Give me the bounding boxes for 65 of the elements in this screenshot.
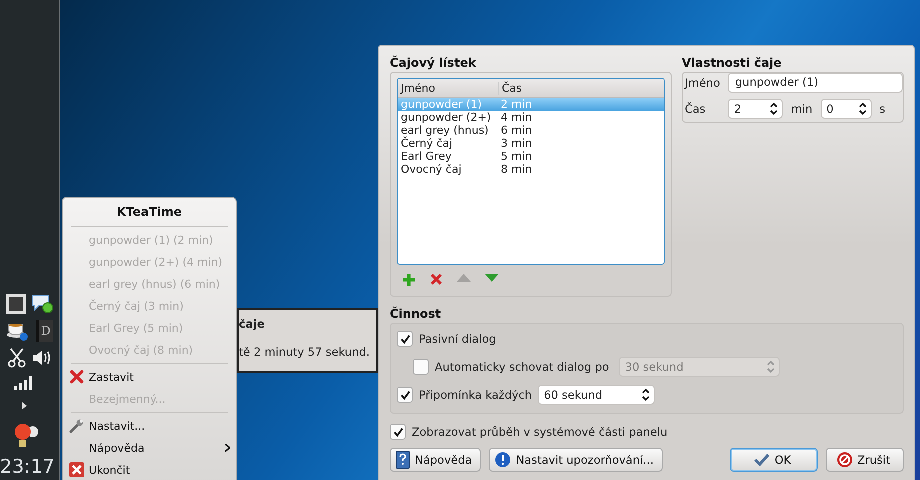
tea-row[interactable]: earl grey (hnus) 6 min (398, 124, 664, 137)
menu-item[interactable]: Zastavit (87, 370, 230, 384)
info-icon (495, 452, 512, 468)
checkmark-icon (754, 453, 770, 467)
notify-button[interactable]: Nastavit upozorňování... (489, 448, 663, 472)
menu-item[interactable]: Nastavit... (87, 420, 230, 432)
table-cell-text: earl grey (hnus) (400, 124, 490, 137)
ok-button[interactable]: OK (730, 448, 818, 472)
checkbox[interactable] (397, 387, 413, 403)
close-icon (69, 462, 85, 478)
tea-row[interactable]: Earl Grey 5 min (398, 150, 664, 163)
tea-row[interactable]: Černý čaj 3 min (398, 137, 664, 150)
checkbox-label[interactable]: Připomínka každých (419, 388, 532, 402)
table-cell-text: 3 min (500, 137, 532, 150)
spin-arrows-icon[interactable] (770, 102, 778, 116)
table-cell-text: 8 min (500, 163, 532, 176)
minutes-spinbox[interactable]: 2 (728, 99, 784, 119)
spin-arrows-icon[interactable] (642, 388, 650, 402)
remove-icon[interactable] (430, 273, 443, 286)
cross-icon (70, 370, 84, 384)
menu-title: KTeaTime (116, 204, 184, 221)
expand-arrow-icon[interactable] (22, 402, 27, 410)
table-cell-text: 5 min (500, 150, 532, 163)
help-book-icon (396, 451, 410, 469)
cancel-icon (836, 452, 852, 468)
book-icon[interactable]: D (36, 320, 53, 342)
group-title: Činnost (390, 306, 442, 323)
clock[interactable]: 23:17 (0, 456, 55, 478)
tea-row[interactable]: gunpowder (2+) 4 min (398, 111, 664, 124)
notification-text: tě 2 minuty 57 sekund. (239, 346, 370, 359)
notification-title: čaje (239, 318, 265, 331)
unit-label: s (880, 102, 886, 116)
table-cell-text: 4 min (500, 111, 532, 124)
wrench-icon (69, 418, 85, 434)
checkbox-label[interactable]: Pasivní dialog (419, 332, 496, 346)
table-cell-text: gunpowder (1) (400, 98, 483, 111)
table-cell-text: Earl Grey (400, 150, 453, 163)
group-title: Čajový lístek (390, 54, 478, 72)
menu-item[interactable]: Ukončit (87, 464, 230, 476)
table-cell-text: gunpowder (2+) (400, 111, 492, 124)
help-button[interactable]: Nápověda (390, 448, 482, 472)
table-cell-text: 2 min (500, 98, 532, 111)
field-label: Jméno (685, 76, 720, 90)
spin-arrows-icon[interactable] (858, 102, 867, 116)
menu-item[interactable]: Nápověda (87, 442, 225, 454)
table-cell-text: 6 min (500, 124, 532, 137)
seconds-spinbox[interactable]: 0 (820, 99, 872, 119)
cancel-button[interactable]: Zrušit (826, 448, 904, 472)
checkbox[interactable] (397, 331, 413, 347)
group-title: Vlastnosti čaje (682, 55, 783, 72)
column-header[interactable]: Čas (499, 82, 522, 94)
tea-row[interactable]: Ovocný čaj 8 min (398, 163, 664, 176)
checkbox[interactable] (390, 424, 406, 440)
name-field[interactable]: gunpowder (1) (728, 73, 903, 93)
chat-bubble-icon[interactable] (32, 294, 54, 314)
field-label: Čas (685, 102, 707, 116)
speaker-icon[interactable] (32, 349, 52, 367)
table-cell-text: Ovocný čaj (400, 163, 463, 176)
column-header[interactable]: Jméno (398, 82, 499, 94)
unit-label: min (791, 102, 813, 116)
reminder-spinbox[interactable]: 60 sekund (538, 385, 656, 405)
table-cell-text: Černý čaj (400, 137, 454, 150)
stop-square-icon[interactable] (6, 294, 26, 314)
checkbox-label[interactable]: Zobrazovat průběh v systémové části panelu (412, 426, 668, 438)
scissors-icon[interactable] (8, 348, 26, 368)
